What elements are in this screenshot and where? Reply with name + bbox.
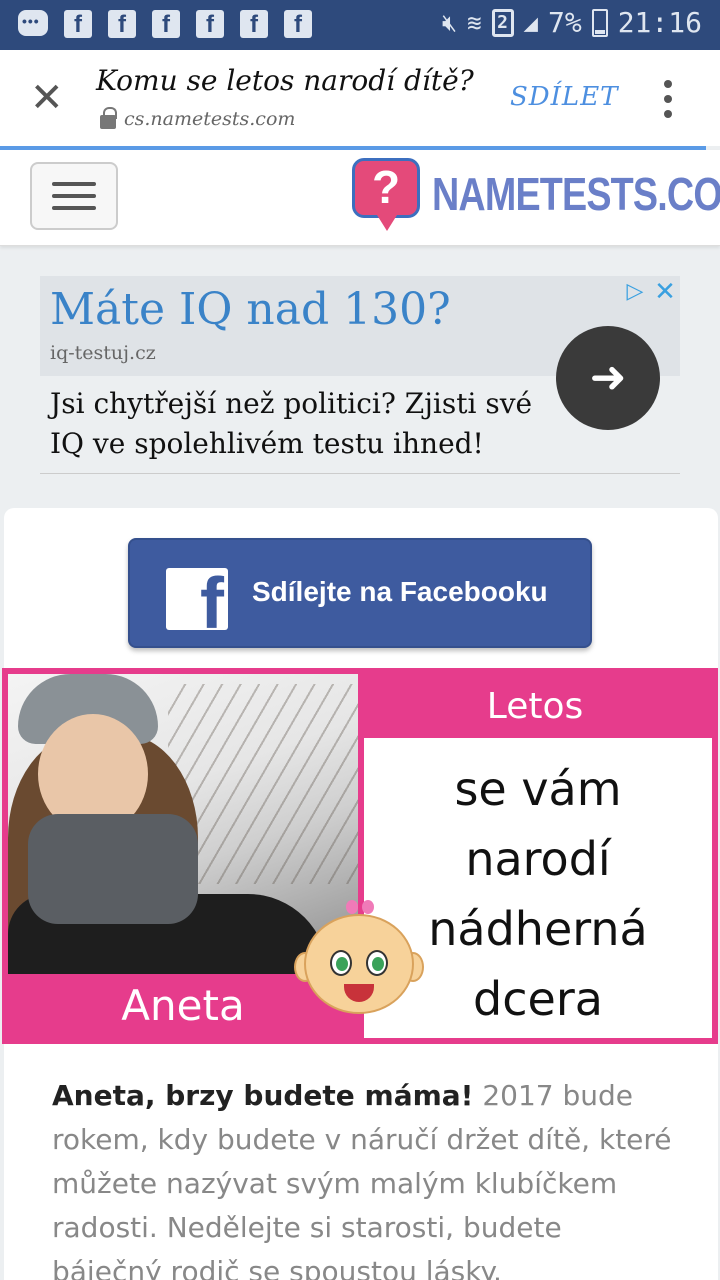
system-icons: 🔇︎ ≋ 2 ◢ 7% 21:16 bbox=[442, 6, 702, 39]
more-options-icon[interactable] bbox=[660, 80, 676, 118]
clock: 21:16 bbox=[617, 6, 702, 39]
ad-body: Jsi chytřejší než politici? Zjisti své I… bbox=[50, 387, 533, 460]
advertisement[interactable]: Máte IQ nad 130? iq-testuj.cz ▷ ✕ Jsi ch… bbox=[40, 276, 680, 474]
facebook-icon: f bbox=[166, 568, 228, 630]
message-icon bbox=[18, 10, 48, 36]
ad-domain: iq-testuj.cz bbox=[50, 342, 156, 364]
ad-choices-icon[interactable]: ▷ bbox=[620, 276, 650, 306]
description-lead: Aneta, brzy budete máma! bbox=[52, 1079, 474, 1112]
wifi-icon: ≋ bbox=[467, 8, 482, 37]
question-bubble-icon: ? bbox=[352, 158, 422, 231]
ad-headline[interactable]: Máte IQ nad 130? bbox=[50, 284, 451, 335]
facebook-icon: f bbox=[240, 10, 268, 38]
ad-close-icon[interactable]: ✕ bbox=[650, 276, 680, 306]
signal-icon: ◢ bbox=[523, 8, 538, 37]
facebook-icon: f bbox=[108, 10, 136, 38]
battery-percent: 7% bbox=[547, 6, 582, 39]
notification-icons: f f f f f f bbox=[18, 10, 312, 38]
mute-icon: 🔇︎ bbox=[441, 8, 458, 37]
facebook-icon: f bbox=[284, 10, 312, 38]
page-title: Komu se letos narodí dítě? bbox=[96, 64, 474, 97]
ad-arrow-button[interactable]: ➜ bbox=[556, 326, 660, 430]
close-icon[interactable]: ✕ bbox=[30, 78, 64, 118]
site-header: ? NAMETESTS.COM bbox=[0, 150, 720, 246]
result-card: f Sdílejte na Facebooku Aneta Letos se v… bbox=[2, 508, 718, 1280]
lock-icon bbox=[100, 107, 117, 129]
facebook-share-button[interactable]: f Sdílejte na Facebooku bbox=[128, 538, 592, 648]
facebook-icon: f bbox=[152, 10, 180, 38]
logo-text: NAMETESTS.COM bbox=[432, 168, 720, 220]
share-button[interactable]: SDÍLET bbox=[510, 82, 619, 112]
result-image: Aneta Letos se vám narodí nádherná dcera bbox=[2, 668, 718, 1044]
battery-icon bbox=[591, 8, 608, 37]
status-bar: f f f f f f 🔇︎ ≋ 2 ◢ 7% 21:16 bbox=[0, 0, 720, 50]
result-header: Letos bbox=[486, 686, 584, 727]
facebook-icon: f bbox=[64, 10, 92, 38]
browser-toolbar: ✕ Komu se letos narodí dítě? cs.nametest… bbox=[0, 50, 720, 150]
facebook-icon: f bbox=[196, 10, 224, 38]
site-logo[interactable]: ? NAMETESTS.COM bbox=[352, 158, 720, 231]
sim-icon: 2 bbox=[491, 8, 514, 37]
facebook-share-label: Sdílejte na Facebooku bbox=[252, 576, 548, 607]
page-url: cs.nametests.com bbox=[100, 107, 296, 130]
result-description: Aneta, brzy budete máma! 2017 bude rokem… bbox=[52, 1074, 672, 1280]
baby-face-icon bbox=[294, 898, 424, 1028]
menu-button[interactable] bbox=[30, 162, 118, 230]
url-text: cs.nametests.com bbox=[124, 108, 296, 130]
